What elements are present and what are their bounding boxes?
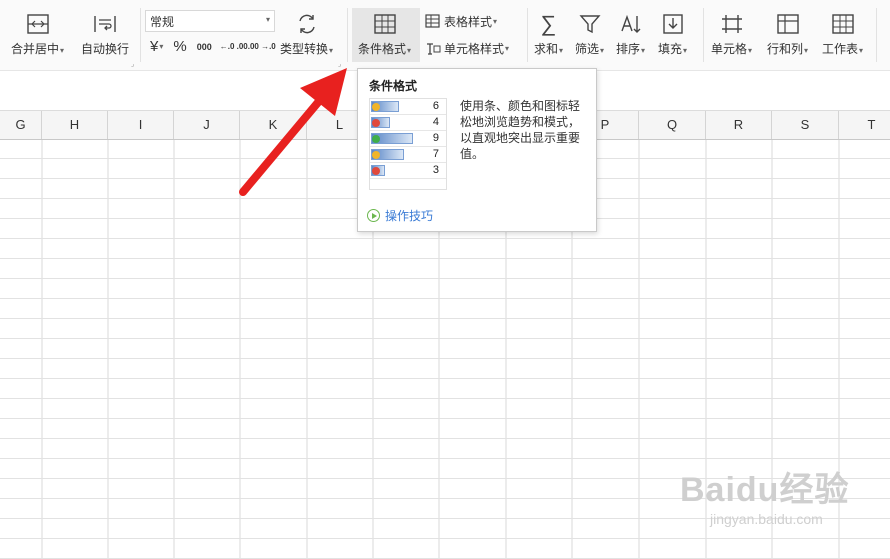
- tips-link[interactable]: 操作技巧: [367, 207, 433, 224]
- preview-row: 6: [370, 99, 446, 115]
- tooltip-preview-table: 6 4 9 7 3: [369, 98, 447, 190]
- preview-value: 3: [432, 164, 439, 176]
- conditional-format-tooltip: 条件格式 6 4 9 7 3 使用条、颜色和图标轻松地浏览趋势和模式，以直观地突出显示重…: [357, 68, 597, 232]
- preview-value: 7: [432, 148, 439, 160]
- preview-value: 6: [432, 100, 439, 112]
- play-icon: [367, 209, 380, 222]
- tips-link-label: 操作技巧: [385, 209, 434, 223]
- green-status-icon: [372, 135, 380, 143]
- yellow-status-icon: [372, 103, 380, 111]
- yellow-status-icon: [372, 151, 380, 159]
- preview-row: 9: [370, 131, 446, 147]
- preview-row: 7: [370, 147, 446, 163]
- red-status-icon: [372, 167, 380, 175]
- red-status-icon: [372, 119, 380, 127]
- tooltip-title: 条件格式: [369, 79, 418, 93]
- preview-value: 4: [432, 116, 439, 128]
- preview-row: 3: [370, 163, 446, 179]
- preview-value: 9: [432, 132, 439, 144]
- preview-row: 4: [370, 115, 446, 131]
- tooltip-description: 使用条、颜色和图标轻松地浏览趋势和模式，以直观地突出显示重要值。: [460, 99, 581, 161]
